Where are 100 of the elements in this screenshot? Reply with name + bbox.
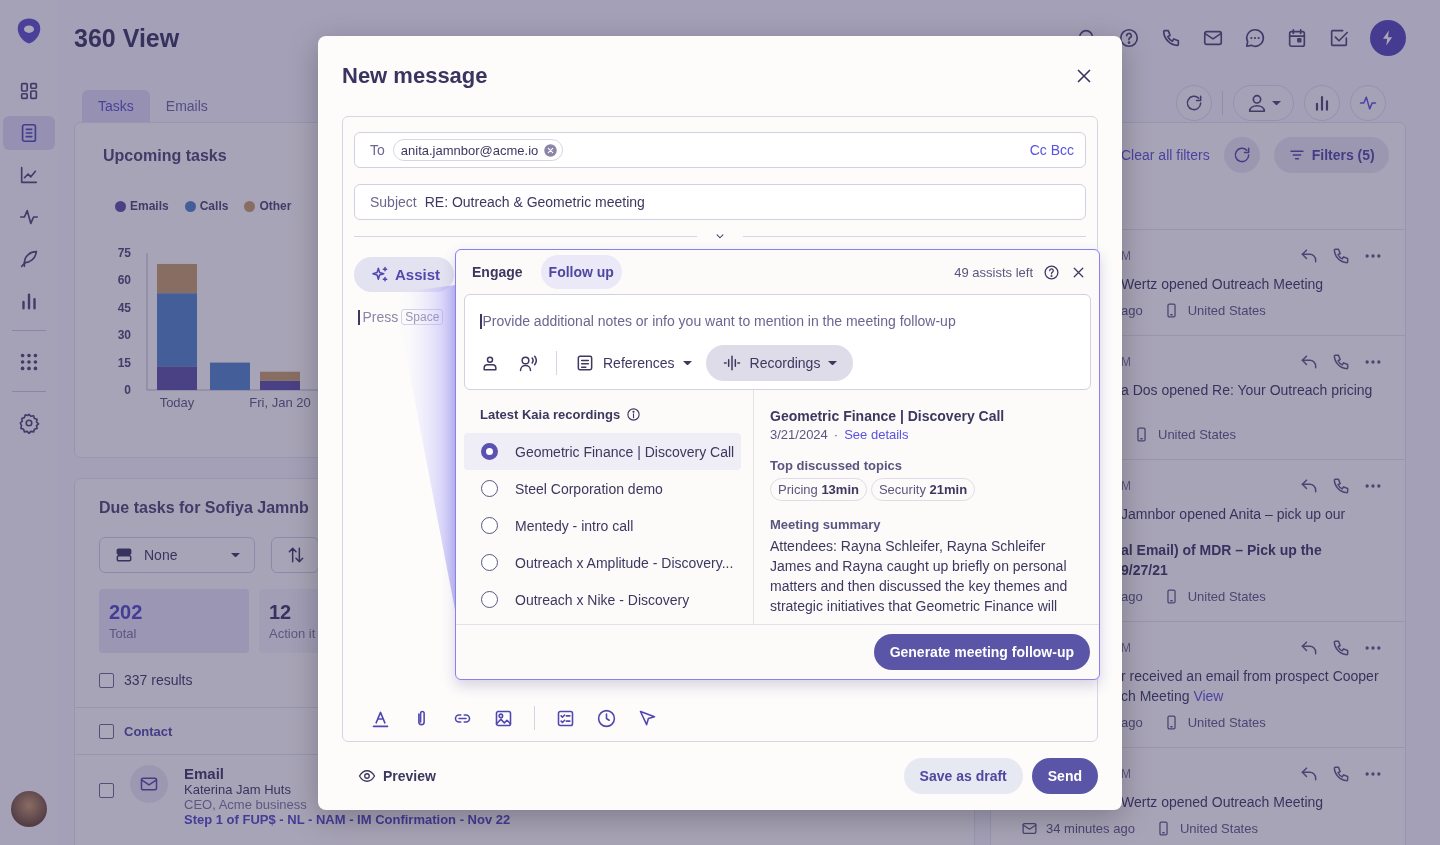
checkbox[interactable] — [99, 672, 114, 688]
recording-option[interactable]: Steel Corporation demo — [464, 470, 741, 507]
axis-tick-label: 30 — [117, 328, 131, 343]
chart-button[interactable] — [1304, 85, 1340, 121]
check-square-icon[interactable] — [1328, 27, 1350, 49]
assist-button[interactable]: Assist — [354, 257, 455, 292]
activity-time: M — [1121, 767, 1131, 781]
activity-location: United States — [1179, 821, 1258, 836]
calendar-icon[interactable] — [1286, 27, 1308, 49]
subject-field[interactable]: Subject RE: Outreach & Geometric meeting — [354, 184, 1086, 220]
activity-time: M — [1121, 355, 1131, 369]
activity-location: United States — [1158, 427, 1237, 442]
activity-text: Jamnbor opened Anita – pick up our — [1121, 505, 1347, 524]
caret-icon — [231, 552, 240, 558]
activity-button[interactable] — [1350, 85, 1386, 121]
page-title: 360 View — [74, 23, 180, 53]
reply-icon[interactable] — [1299, 476, 1319, 496]
pulse-icon — [1358, 93, 1378, 113]
phone-icon[interactable] — [1331, 246, 1351, 266]
phone-icon[interactable] — [1160, 27, 1182, 49]
reply-icon[interactable] — [1299, 638, 1319, 658]
refresh-button[interactable] — [1176, 85, 1212, 121]
recording-option[interactable]: Mentedy - intro call — [464, 507, 741, 544]
sequence-step-link[interactable]: Step 1 of FUP$ - NL - NAM - IM Confirmation - Nov 22 — [184, 812, 511, 827]
recordings-dropdown[interactable]: Recordings — [705, 345, 854, 381]
radio[interactable] — [481, 554, 498, 571]
assist-tab[interactable]: Engage — [472, 255, 531, 289]
activity-time: M — [1121, 479, 1131, 493]
dialog-title: New message — [342, 63, 488, 89]
clock-icon[interactable] — [596, 707, 617, 729]
refresh-icon — [1184, 93, 1204, 113]
reply-icon[interactable] — [1299, 352, 1319, 372]
cc-bcc-link[interactable]: Cc Bcc — [1029, 142, 1074, 158]
preview-button[interactable]: Preview — [358, 767, 436, 785]
generate-button[interactable]: Generate meeting follow-up — [873, 634, 1090, 670]
phone-icon[interactable] — [1331, 476, 1351, 496]
notes-field[interactable]: Provide additional notes or info you want to mention in the meeting follow-up References Recordings — [464, 294, 1091, 390]
filters-button[interactable]: Filters (5) — [1273, 137, 1389, 173]
legend-label: Calls — [199, 199, 229, 213]
group-by-dropdown[interactable]: None — [99, 537, 255, 573]
axis-category-label: Fri, Jan 20 — [249, 395, 311, 410]
activity-age: ago — [1121, 589, 1143, 604]
phone-icon[interactable] — [1331, 352, 1351, 372]
bar-segment — [210, 362, 250, 390]
contact-name: Katerina Jam Huts — [184, 782, 291, 797]
reply-icon[interactable] — [1299, 764, 1319, 784]
axis-tick-label: 45 — [117, 300, 131, 315]
help-icon[interactable] — [1043, 263, 1060, 281]
person-icon — [1246, 92, 1268, 114]
checkbox[interactable] — [99, 723, 114, 739]
mail-icon — [139, 774, 159, 794]
refresh-button[interactable] — [1223, 137, 1260, 173]
references-dropdown[interactable]: References — [575, 353, 692, 373]
radio[interactable] — [481, 443, 498, 460]
speaker-icon[interactable] — [518, 353, 538, 373]
section-title: Top discussed topics — [770, 458, 903, 473]
reply-icon[interactable] — [1299, 246, 1319, 266]
see-details-link[interactable]: See details — [844, 427, 909, 442]
radio[interactable] — [481, 480, 498, 497]
settings-icon — [18, 412, 40, 434]
axis-tick-label: 0 — [124, 383, 131, 397]
recording-option[interactable]: Geometric Finance | Discovery Call — [464, 433, 741, 470]
activity-location: United States — [1187, 715, 1266, 730]
save-draft-button[interactable]: Save as draft — [903, 758, 1023, 794]
list-title: Latest Kaia recordings — [480, 407, 621, 422]
radio[interactable] — [481, 591, 498, 608]
sidebar-item[interactable] — [3, 116, 55, 150]
stack-icon — [114, 545, 134, 565]
eye-icon — [358, 767, 376, 785]
assist-tab[interactable]: Follow up — [540, 255, 622, 289]
legend-label: Other — [259, 199, 292, 213]
activity-age: 34 minutes ago — [1046, 821, 1135, 836]
bar-segment — [260, 371, 300, 381]
activity-text: a Dos opened Re: Your Outreach pricing — [1121, 381, 1374, 400]
user-avatar[interactable] — [11, 791, 47, 827]
mail-icon — [1021, 820, 1038, 837]
send-button[interactable]: Send — [1031, 758, 1098, 794]
card-title: Due tasks for Sofiya Jamnb — [99, 499, 309, 517]
quick-action-button[interactable] — [1370, 20, 1406, 56]
remove-icon[interactable] — [543, 142, 559, 158]
phone-icon[interactable] — [1331, 764, 1351, 784]
help-icon[interactable] — [1118, 27, 1140, 49]
recording-option[interactable]: Outreach x Nike - Discovery — [464, 581, 741, 618]
radio[interactable] — [481, 517, 498, 534]
view-link[interactable]: View — [1193, 688, 1224, 704]
user-filter-button[interactable] — [1233, 85, 1294, 121]
contact-icon[interactable] — [480, 353, 500, 373]
card-title: Upcoming tasks — [103, 147, 227, 165]
document-icon — [575, 353, 595, 373]
activity-time: M — [1121, 641, 1131, 655]
chat-icon[interactable] — [1244, 27, 1266, 49]
phone-icon[interactable] — [1331, 638, 1351, 658]
to-field[interactable]: To anita.jamnbor@acme.io Cc Bcc — [354, 132, 1086, 168]
checkbox[interactable] — [99, 783, 114, 798]
bar-segment — [260, 380, 300, 390]
recording-option[interactable]: Outreach x Amplitude - Discovery... — [464, 544, 741, 581]
meeting-summary: Attendees: Rayna Schleifer, Rayna Schleifer James and Rayna caught up briefly on personal matters and then discussed the key themes and strategic initiatives that Geometric Finance will — [770, 537, 1069, 616]
activity-location: United States — [1187, 589, 1266, 604]
clear-filters-link[interactable]: Clear all filters — [1121, 137, 1210, 173]
results-count: 337 results — [124, 672, 193, 688]
